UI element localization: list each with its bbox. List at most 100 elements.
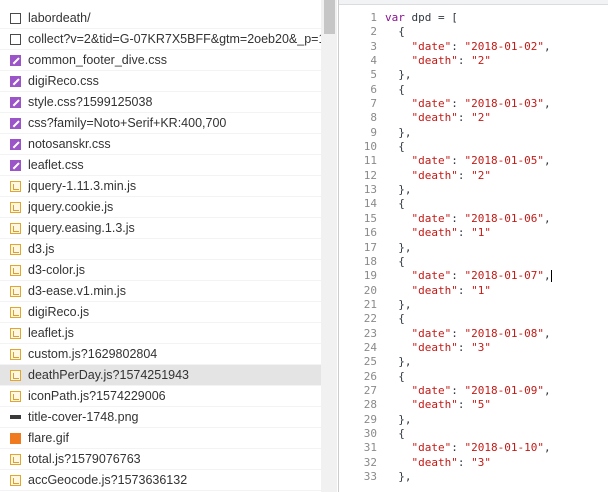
code-line: 25 }, [340, 355, 608, 369]
file-row[interactable]: custom.js?1629802804 [0, 344, 321, 365]
gif-icon [10, 432, 21, 444]
line-number: 13 [363, 183, 377, 197]
file-row[interactable]: leaflet.css [0, 155, 321, 176]
file-name: digiReco.js [28, 305, 90, 319]
line-text: "date": "2018-01-03", [411, 97, 551, 111]
file-row[interactable]: total.js?1579076763 [0, 449, 321, 470]
line-text: }, [385, 412, 412, 426]
code-line: 1 var dpd = [ [340, 11, 608, 25]
css-icon [10, 138, 21, 150]
code-line: 13 }, [340, 183, 608, 197]
code-line: 12 "death": "2" [340, 169, 608, 183]
text-caret [550, 270, 552, 283]
line-number: 14 [363, 197, 377, 211]
js-icon [10, 306, 21, 318]
file-row[interactable]: style.css?1599125038 [0, 92, 321, 113]
line-number: 26 [363, 369, 377, 383]
js-icon [10, 348, 21, 360]
code-line: 11 "date": "2018-01-05", [340, 154, 608, 168]
file-name: jquery-1.11.3.min.js [28, 179, 137, 193]
file-name: digiReco.css [28, 74, 99, 88]
line-text: }, [385, 470, 412, 483]
code-line: 23 "date": "2018-01-08", [340, 327, 608, 341]
file-row[interactable]: d3-ease.v1.min.js [0, 281, 321, 302]
file-row[interactable]: flare.gif [0, 428, 321, 449]
line-text: { [385, 254, 405, 268]
line-number: 7 [370, 97, 377, 111]
code-line: 24 "death": "3" [340, 341, 608, 355]
code-line: 32 "death": "3" [340, 456, 608, 470]
js-icon [10, 180, 21, 192]
file-row[interactable]: iconPath.js?1574229006 [0, 386, 321, 407]
file-row[interactable]: leaflet.js [0, 323, 321, 344]
code-line: 17 }, [340, 241, 608, 255]
line-text: { [385, 312, 405, 326]
code-line: 19 "date": "2018-01-07", [340, 269, 608, 283]
line-number: 8 [370, 111, 377, 125]
code-line: 22 { [340, 312, 608, 326]
line-number: 5 [370, 68, 377, 82]
line-number: 4 [370, 54, 377, 68]
file-list-scrollbar[interactable] [321, 0, 337, 492]
file-name: accGeocode.js?1573636132 [28, 473, 188, 487]
line-text: { [385, 25, 405, 39]
line-text: "death": "5" [411, 398, 491, 412]
line-number: 31 [363, 441, 377, 455]
file-row[interactable]: d3.js [0, 239, 321, 260]
line-number: 22 [363, 312, 377, 326]
css-icon [10, 54, 21, 66]
code-lines: 1 var dpd = [2 {3 "date": "2018-01-02", 4 … [340, 11, 608, 484]
code-line: 30 { [340, 427, 608, 441]
response-code-viewer[interactable]: 1 var dpd = [2 {3 "date": "2018-01-02", 4 … [340, 5, 608, 492]
file-row[interactable]: deathPerDay.js?1574251943 [0, 365, 321, 386]
line-text: }, [385, 68, 412, 82]
file-name: d3-color.js [28, 263, 85, 277]
file-row[interactable]: d3-color.js [0, 260, 321, 281]
code-line: 26 { [340, 370, 608, 384]
line-number: 32 [363, 455, 377, 469]
file-row[interactable]: labordeath/ [0, 8, 321, 29]
file-row[interactable]: digiReco.js [0, 302, 321, 323]
js-icon [10, 390, 21, 402]
file-name: labordeath/ [28, 11, 91, 25]
code-line: 28 "death": "5" [340, 398, 608, 412]
file-row[interactable]: accGeocode.js?1573636132 [0, 470, 321, 491]
file-row[interactable]: jquery.cookie.js [0, 197, 321, 218]
code-line: 5 }, [340, 68, 608, 82]
line-number: 23 [363, 326, 377, 340]
pane-divider[interactable] [338, 0, 339, 492]
line-text: "death": "1" [411, 226, 491, 240]
network-file-list-pane: labordeath/collect?v=2&tid=G-07KR7X5BFF&… [0, 0, 339, 492]
file-row[interactable]: digiReco.css [0, 71, 321, 92]
file-row[interactable]: jquery-1.11.3.min.js [0, 176, 321, 197]
file-name: title-cover-1748.png [28, 410, 139, 424]
code-line: 29 }, [340, 413, 608, 427]
line-text: { [385, 140, 405, 154]
line-number: 21 [363, 297, 377, 311]
file-row[interactable]: css?family=Noto+Serif+KR:400,700 [0, 113, 321, 134]
line-text: { [385, 82, 405, 96]
line-text: }, [385, 125, 412, 139]
line-text: "death": "3" [411, 455, 491, 469]
file-row[interactable]: jquery.easing.1.3.js [0, 218, 321, 239]
line-text: }, [385, 355, 412, 369]
scrollbar-thumb[interactable] [324, 0, 335, 34]
line-text: "date": "2018-01-02", [411, 39, 551, 53]
file-row[interactable]: collect?v=2&tid=G-07KR7X5BFF&gtm=2oeb20&… [0, 29, 321, 50]
file-name: custom.js?1629802804 [28, 347, 158, 361]
code-line: 10 { [340, 140, 608, 154]
line-text: }, [385, 297, 412, 311]
line-text: var dpd = [ [385, 11, 458, 24]
line-text: "death": "2" [411, 54, 491, 68]
file-row[interactable]: notosanskr.css [0, 134, 321, 155]
line-text: "death": "3" [411, 340, 491, 354]
js-icon [10, 453, 21, 465]
line-number: 15 [363, 211, 377, 225]
line-text: "date": "2018-01-06", [411, 211, 551, 225]
css-icon [10, 159, 21, 171]
code-line: 20 "death": "1" [340, 284, 608, 298]
file-row[interactable]: common_footer_dive.css [0, 50, 321, 71]
line-number: 20 [363, 283, 377, 297]
line-text: { [385, 426, 405, 440]
file-row[interactable]: title-cover-1748.png [0, 407, 321, 428]
